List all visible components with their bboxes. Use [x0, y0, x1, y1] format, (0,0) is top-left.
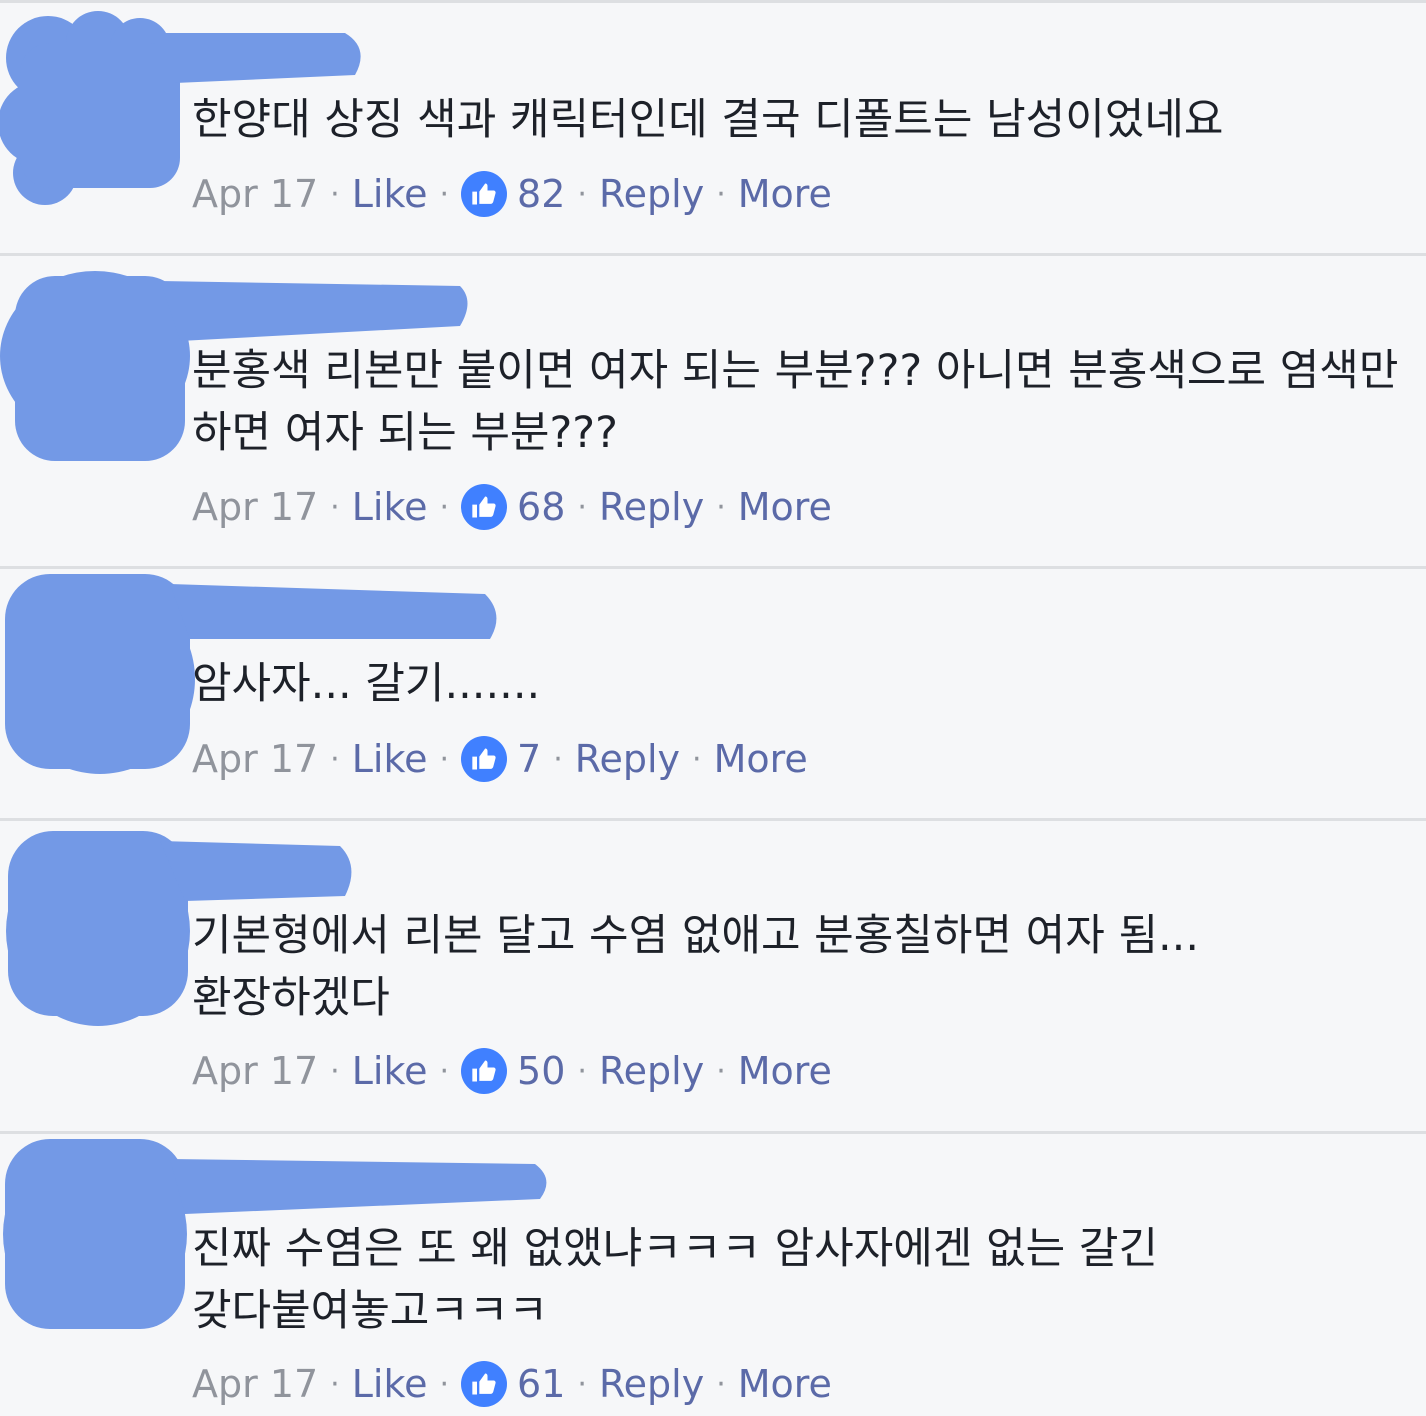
like-count: 61 [517, 1362, 566, 1406]
more-button[interactable]: More [738, 485, 832, 529]
more-button[interactable]: More [714, 737, 808, 781]
separator: · [439, 741, 450, 777]
comment-meta: Apr 17 · Like · 68 · Reply · More [192, 482, 832, 532]
separator: · [577, 176, 587, 212]
thumbs-up-icon[interactable] [461, 1361, 508, 1407]
separator: · [577, 1053, 587, 1089]
comment-date: Apr 17 [192, 1362, 319, 1406]
separator: · [692, 741, 702, 777]
like-button[interactable]: Like [352, 172, 428, 216]
comment-text: 한양대 상징 색과 캐릭터인데 결국 디폴트는 남성이었네요 [192, 95, 1224, 145]
separator: · [439, 489, 450, 525]
reply-button[interactable]: Reply [575, 737, 680, 781]
comment-item: 분홍색 리본만 붙이면 여자 되는 부분??? 아니면 분홍색으로 염색만 하면… [0, 256, 1426, 569]
separator: · [553, 741, 563, 777]
thumbs-up-icon[interactable] [461, 484, 508, 530]
thumbs-up-icon[interactable] [461, 1048, 508, 1094]
comment-meta: Apr 17 · Like · 82 · Reply · More [192, 169, 832, 219]
comment-meta: Apr 17 · Like · 50 · Reply · More [192, 1046, 832, 1096]
reply-button[interactable]: Reply [599, 1049, 704, 1093]
thumbs-up-icon[interactable] [461, 736, 508, 782]
separator: · [330, 489, 340, 525]
comment-item: 암사자... 갈기....... Apr 17 · Like · 7 · Rep… [0, 569, 1426, 821]
comment-date: Apr 17 [192, 172, 319, 216]
separator: · [577, 1366, 587, 1402]
more-button[interactable]: More [738, 172, 832, 216]
more-button[interactable]: More [738, 1362, 832, 1406]
comment-date: Apr 17 [192, 737, 319, 781]
like-button[interactable]: Like [352, 737, 428, 781]
comment-item: 기본형에서 리본 달고 수염 없애고 분홍칠하면 여자 됨... 환장하겠다 A… [0, 821, 1426, 1134]
comment-meta: Apr 17 · Like · 61 · Reply · More [192, 1359, 832, 1409]
like-button[interactable]: Like [352, 1049, 428, 1093]
like-count: 50 [517, 1049, 566, 1093]
separator: · [439, 1366, 450, 1402]
comment-text: 진짜 수염은 또 왜 없앴냐ㅋㅋㅋ 암사자에겐 없는 갈긴 갖다붙여놓고ㅋㅋㅋ [192, 1224, 1158, 1336]
comment-text: 암사자... 갈기....... [192, 659, 541, 709]
like-count: 82 [517, 172, 566, 216]
thumbs-up-icon[interactable] [461, 171, 508, 217]
comment-meta: Apr 17 · Like · 7 · Reply · More [192, 734, 808, 784]
separator: · [716, 176, 726, 212]
comment-date: Apr 17 [192, 1049, 319, 1093]
reply-button[interactable]: Reply [599, 1362, 704, 1406]
separator: · [439, 1053, 450, 1089]
comment-item: 한양대 상징 색과 캐릭터인데 결국 디폴트는 남성이었네요 Apr 17 · … [0, 3, 1426, 256]
like-count: 7 [517, 737, 542, 781]
comment-text: 분홍색 리본만 붙이면 여자 되는 부분??? 아니면 분홍색으로 염색만 하면… [192, 346, 1399, 458]
separator: · [577, 489, 587, 525]
separator: · [330, 176, 340, 212]
reply-button[interactable]: Reply [599, 172, 704, 216]
comment-item: 진짜 수염은 또 왜 없앴냐ㅋㅋㅋ 암사자에겐 없는 갈긴 갖다붙여놓고ㅋㅋㅋ … [0, 1134, 1426, 1416]
comment-date: Apr 17 [192, 485, 319, 529]
reply-button[interactable]: Reply [599, 485, 704, 529]
like-count: 68 [517, 485, 566, 529]
separator: · [716, 1366, 726, 1402]
more-button[interactable]: More [738, 1049, 832, 1093]
like-button[interactable]: Like [352, 1362, 428, 1406]
like-button[interactable]: Like [352, 485, 428, 529]
comment-text: 기본형에서 리본 달고 수염 없애고 분홍칠하면 여자 됨... 환장하겠다 [192, 911, 1200, 1023]
separator: · [330, 741, 340, 777]
separator: · [330, 1366, 340, 1402]
separator: · [439, 176, 450, 212]
separator: · [330, 1053, 340, 1089]
separator: · [716, 489, 726, 525]
separator: · [716, 1053, 726, 1089]
